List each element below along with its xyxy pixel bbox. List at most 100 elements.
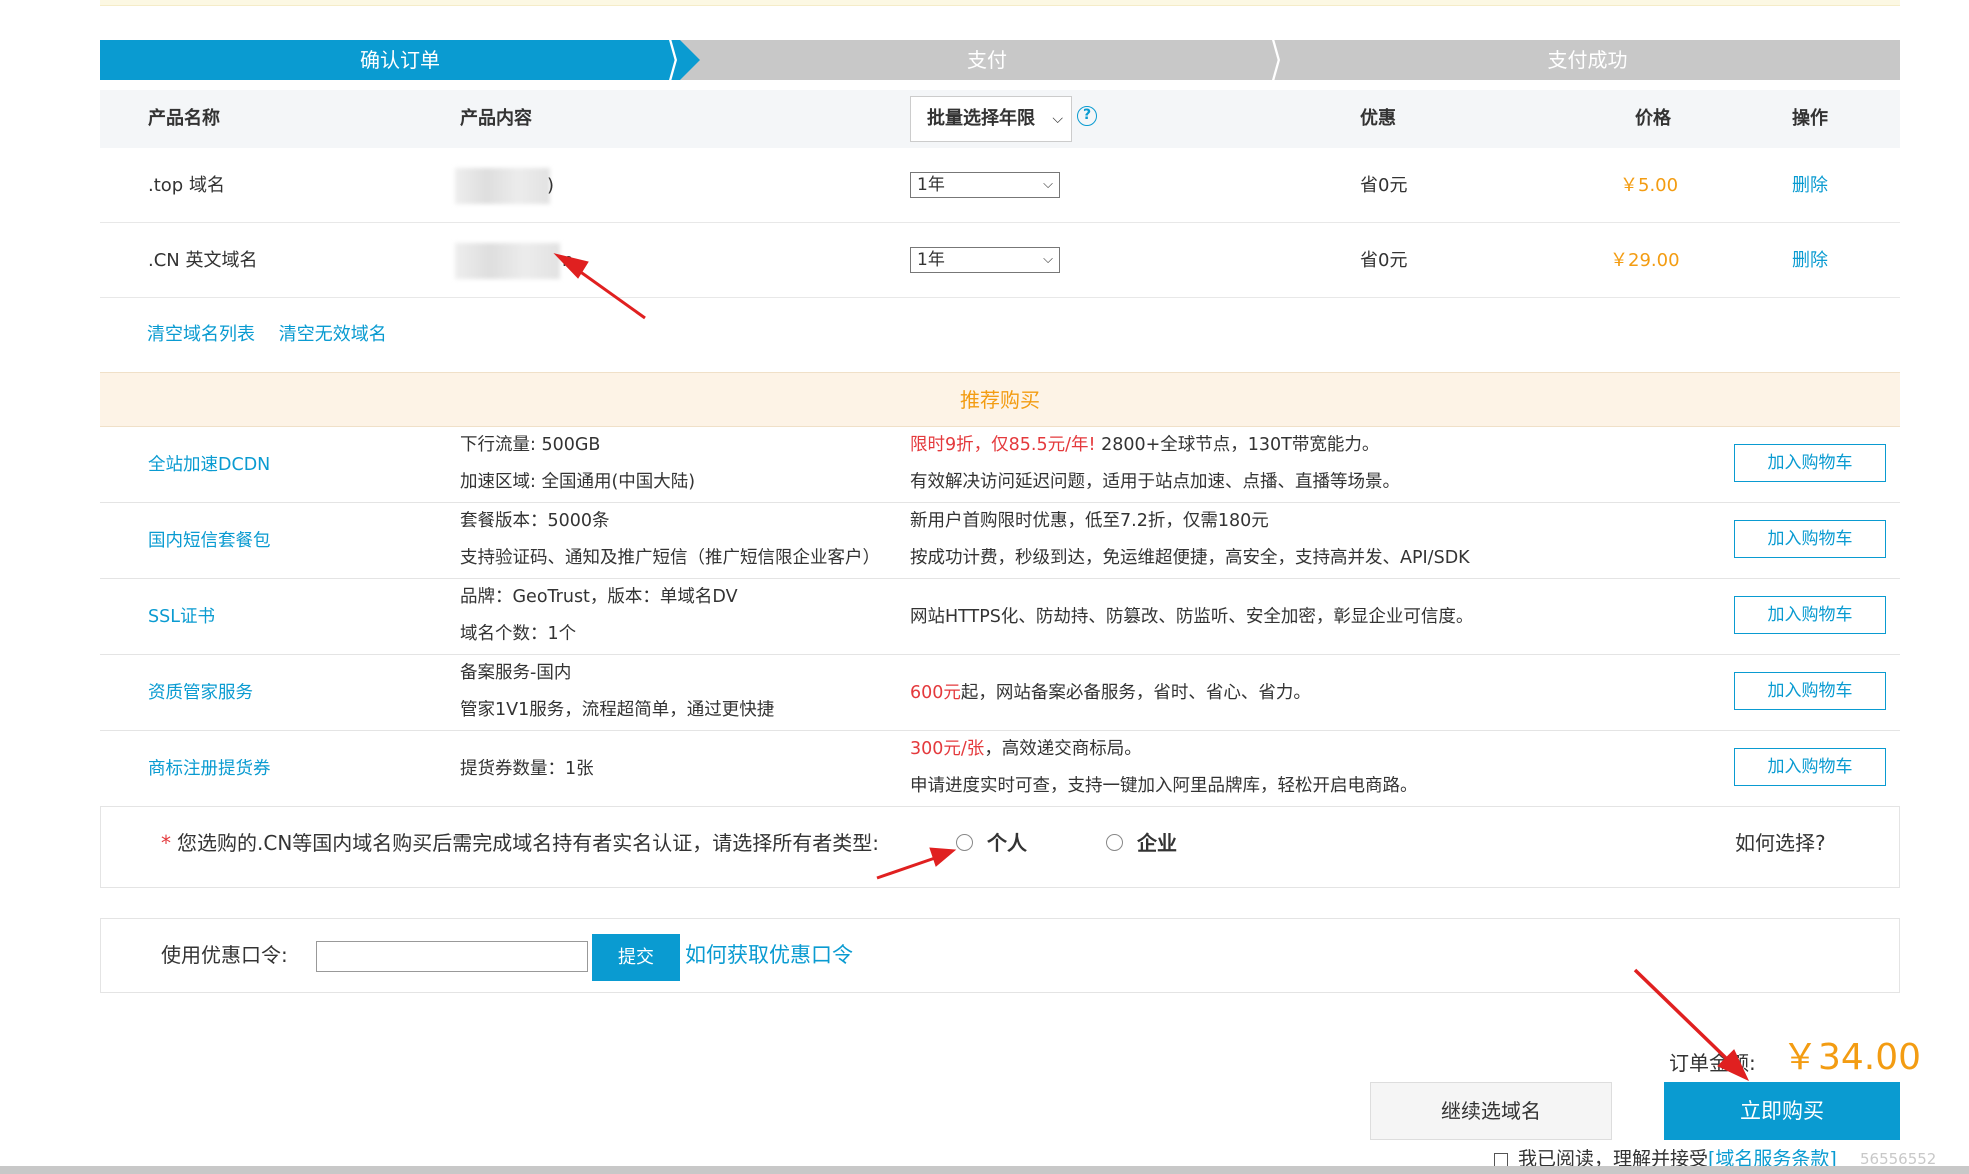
header-action: 操作	[1792, 108, 1828, 129]
spec-line: 提货券数量：1张	[460, 759, 594, 779]
clear-list-link[interactable]: 清空域名列表	[147, 324, 255, 345]
desc-line: 300元/张，高效递交商标局。	[910, 731, 1418, 768]
desc-line: 有效解决访问延迟问题，适用于站点加速、点播、直播等场景。	[910, 472, 1400, 492]
recommend-item-spec: 下行流量: 500GB 加速区域: 全国通用(中国大陆)	[460, 427, 695, 503]
radio-personal-label[interactable]: 个人	[987, 807, 1027, 879]
add-to-cart-button[interactable]: 加入购物车	[1734, 596, 1886, 634]
table-links: 清空域名列表 清空无效域名	[147, 320, 405, 346]
price-value: ￥29.00	[1610, 250, 1680, 271]
recommend-item-desc: 600元起，网站备案必备服务，省时、省心、省力。	[910, 655, 1311, 731]
coupon-section: 使用优惠口令: 提交 如何获取优惠口令	[100, 918, 1900, 993]
radio-company-label[interactable]: 企业	[1137, 807, 1177, 879]
year-select-value: 1年	[917, 250, 945, 270]
coupon-help-link[interactable]: 如何获取优惠口令	[685, 919, 853, 991]
agree-checkbox[interactable]	[1494, 1153, 1508, 1167]
spec-line: 下行流量: 500GB	[460, 435, 601, 455]
header-product-content: 产品内容	[460, 108, 532, 129]
recommend-item: 资质管家服务 备案服务-国内 管家1V1服务，流程超简单，通过更快捷 600元起…	[100, 655, 1900, 731]
radio-personal[interactable]	[956, 834, 973, 851]
coupon-submit-button[interactable]: 提交	[592, 934, 680, 981]
recommend-item: 全站加速DCDN 下行流量: 500GB 加速区域: 全国通用(中国大陆) 限时…	[100, 427, 1900, 503]
year-select[interactable]: 1年 ⌵	[910, 247, 1060, 273]
required-mark: *	[161, 831, 171, 855]
add-to-cart-button[interactable]: 加入购物车	[1734, 672, 1886, 710]
desc-line: 600元起，网站备案必备服务，省时、省心、省力。	[910, 655, 1311, 731]
batch-year-select-label: 批量选择年限	[927, 108, 1035, 129]
recommend-item-desc: 新用户首购限时优惠，低至7.2折，仅需180元 按成功计费，秒级到达，免运维超便…	[910, 503, 1470, 579]
coupon-input[interactable]	[316, 941, 588, 972]
header-price: 价格	[1635, 108, 1671, 129]
desc-text: 起，网站备案必备服务，省时、省心、省力。	[960, 683, 1311, 703]
recommend-item: 商标注册提货券 提货券数量：1张 300元/张，高效递交商标局。 申请进度实时可…	[100, 731, 1900, 807]
help-icon[interactable]: ?	[1077, 106, 1097, 126]
spec-line: 管家1V1服务，流程超简单，通过更快捷	[460, 700, 775, 720]
clear-invalid-link[interactable]: 清空无效域名	[279, 324, 387, 345]
product-name: .top 域名	[148, 175, 225, 196]
spec-line: 备案服务-国内	[460, 663, 572, 683]
product-name: .CN 英文域名	[148, 250, 258, 271]
recommend-item-name[interactable]: 资质管家服务	[148, 655, 253, 731]
batch-year-select[interactable]: 批量选择年限 ⌵	[910, 96, 1072, 142]
recommend-item: 国内短信套餐包 套餐版本：5000条 支持验证码、通知及推广短信（推广短信限企业…	[100, 503, 1900, 579]
desc-text: ，高效递交商标局。	[984, 739, 1142, 759]
spec-line: 支持验证码、通知及推广短信（推广短信限企业客户）	[460, 548, 880, 568]
spec-line: 加速区域: 全国通用(中国大陆)	[460, 472, 696, 492]
promo-text: 限时9折，仅85.5元/年!	[910, 435, 1096, 455]
order-total-amount: ￥34.00	[1782, 1037, 1922, 1078]
spec-line: 品牌：GeoTrust，版本：单域名DV	[460, 587, 738, 607]
add-to-cart-button[interactable]: 加入购物车	[1734, 520, 1886, 558]
desc-text: 2800+全球节点，130T带宽能力。	[1095, 435, 1380, 455]
header-discount: 优惠	[1360, 108, 1396, 129]
recommend-item-desc: 300元/张，高效递交商标局。 申请进度实时可查，支持一键加入阿里品牌库，轻松开…	[910, 731, 1418, 807]
recommend-item-desc: 限时9折，仅85.5元/年! 2800+全球节点，130T带宽能力。 有效解决访…	[910, 427, 1400, 503]
add-to-cart-button[interactable]: 加入购物车	[1734, 444, 1886, 482]
recommend-item-desc: 网站HTTPS化、防劫持、防篡改、防监听、安全加密，彰显企业可信度。	[910, 579, 1473, 655]
recommend-item-spec: 提货券数量：1张	[460, 731, 594, 807]
desc-line: 按成功计费，秒级到达，免运维超便捷，高安全，支持高并发、API/SDK	[910, 548, 1470, 568]
recommend-item-spec: 套餐版本：5000条 支持验证码、通知及推广短信（推广短信限企业客户）	[460, 503, 880, 579]
step-payment-success: 支付成功	[1275, 40, 1900, 80]
order-total-label: 订单金额:	[1669, 1051, 1756, 1075]
how-to-choose-link[interactable]: 如何选择?	[1735, 807, 1826, 879]
desc-line: 网站HTTPS化、防劫持、防篡改、防监听、安全加密，彰显企业可信度。	[910, 607, 1474, 627]
recommend-item-name[interactable]: 商标注册提货券	[148, 731, 271, 807]
blurred-domain	[455, 168, 550, 204]
spec-line: 套餐版本：5000条	[460, 511, 610, 531]
spec-line: 域名个数：1个	[460, 624, 577, 644]
promo-text: 300元/张	[910, 739, 985, 759]
promo-text: 600元	[910, 683, 961, 703]
add-to-cart-button[interactable]: 加入购物车	[1734, 748, 1886, 786]
coupon-label: 使用优惠口令:	[161, 943, 288, 967]
recommend-item: SSL证书 品牌：GeoTrust，版本：单域名DV 域名个数：1个 网站HTT…	[100, 579, 1900, 655]
delete-link[interactable]: 删除	[1792, 223, 1828, 298]
recommend-item-spec: 品牌：GeoTrust，版本：单域名DV 域名个数：1个	[460, 579, 738, 655]
price-value: ￥5.00	[1620, 175, 1679, 196]
recommend-item-name[interactable]: 国内短信套餐包	[148, 503, 271, 579]
chevron-down-icon: ⌵	[1052, 111, 1063, 127]
year-select[interactable]: 1年 ⌵	[910, 172, 1060, 198]
desc-line: 限时9折，仅85.5元/年! 2800+全球节点，130T带宽能力。	[910, 427, 1400, 464]
buy-now-button[interactable]: 立即购买	[1664, 1082, 1900, 1140]
owner-type-notice: * 您选购的.CN等国内域名购买后需完成域名持有者实名认证，请选择所有者类型:	[161, 807, 879, 879]
step-payment: 支付	[672, 40, 1302, 80]
chevron-down-icon: ⌵	[1043, 252, 1053, 267]
discount-value: 省0元	[1360, 175, 1408, 196]
continue-select-domain-button[interactable]: 继续选域名	[1370, 1082, 1612, 1140]
delete-link[interactable]: 删除	[1792, 148, 1828, 223]
blurred-domain	[455, 243, 560, 279]
table-row: .top 域名 ) 1年 ⌵ 省0元 ￥5.00 删除	[100, 148, 1900, 223]
recommend-title: 推荐购买	[100, 372, 1900, 427]
horizontal-scrollbar[interactable]	[0, 1166, 1969, 1174]
year-select-value: 1年	[917, 175, 945, 195]
step-confirm-order: 确认订单	[100, 40, 700, 80]
chevron-down-icon: ⌵	[1043, 177, 1053, 192]
owner-notice-text: 您选购的.CN等国内域名购买后需完成域名持有者实名认证，请选择所有者类型:	[177, 831, 880, 855]
radio-company[interactable]	[1106, 834, 1123, 851]
desc-line: 申请进度实时可查，支持一键加入阿里品牌库，轻松开启电商路。	[910, 776, 1418, 796]
notice-strip	[100, 0, 1900, 6]
owner-type-section: * 您选购的.CN等国内域名购买后需完成域名持有者实名认证，请选择所有者类型: 个…	[100, 806, 1900, 888]
recommend-item-name[interactable]: SSL证书	[148, 579, 215, 655]
table-row: .CN 英文域名 n 1年 ⌵ 省0元 ￥29.00 删除	[100, 223, 1900, 298]
progress-steps: 确认订单 支付 支付成功	[100, 40, 1900, 80]
recommend-item-name[interactable]: 全站加速DCDN	[148, 427, 270, 503]
